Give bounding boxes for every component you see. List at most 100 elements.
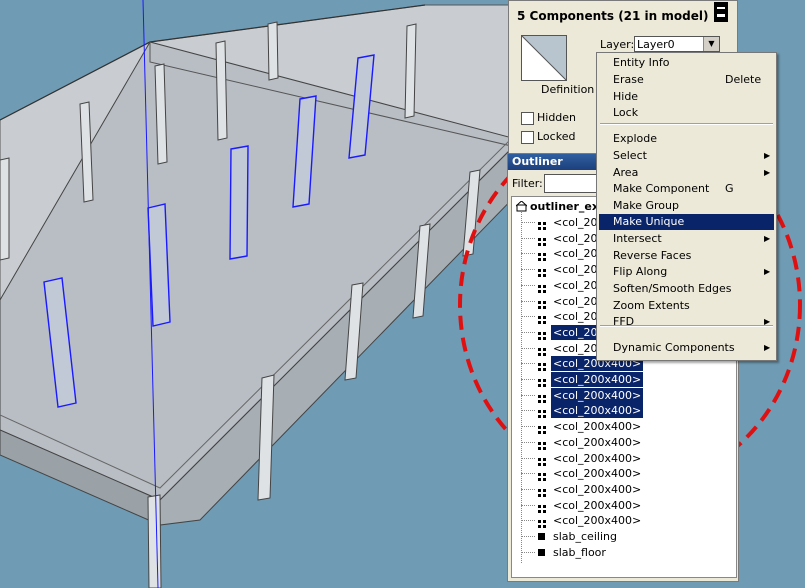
tree-root-label: outliner_ex xyxy=(530,200,599,213)
tree-item-label: <col_200x400> xyxy=(553,514,642,528)
submenu-arrow-icon: ▶ xyxy=(764,317,771,326)
menu-item-area[interactable]: Area ▶ xyxy=(599,165,774,181)
tree-item-label: <col_200x400> xyxy=(551,372,644,387)
tree-line xyxy=(521,284,535,286)
tree-line xyxy=(521,504,535,506)
context-menu: Entity Info Erase Delete Hide Lock Explode Sel… xyxy=(596,52,777,361)
definition-label: Definition xyxy=(541,83,595,96)
menu-item-reverse-faces[interactable]: Reverse Faces xyxy=(599,248,774,264)
component-icon xyxy=(538,219,546,230)
menu-item-ffd[interactable]: FFD ▶ xyxy=(599,314,774,330)
menu-item-entity-info[interactable]: Entity Info xyxy=(599,55,774,71)
tree-line xyxy=(521,379,535,380)
menu-item-label: FFD xyxy=(613,315,635,328)
component-icon xyxy=(538,439,546,450)
tree-line xyxy=(521,222,535,223)
tree-line xyxy=(521,488,535,490)
group-icon xyxy=(538,533,545,540)
tree-line xyxy=(521,363,535,365)
menu-separator xyxy=(600,123,773,125)
component-icon xyxy=(538,376,546,387)
tree-line xyxy=(521,237,535,239)
menu-item-label: Intersect xyxy=(613,232,662,245)
tree-line xyxy=(521,316,535,318)
menu-item-label: Erase xyxy=(613,73,644,86)
menu-item-label: Entity Info xyxy=(613,56,670,69)
menu-item-label: Make Component xyxy=(613,182,710,195)
tree-item-label: <col_200x400> xyxy=(553,467,642,481)
menu-item-zoom-extents[interactable]: Zoom Extents xyxy=(599,298,774,314)
tree-line xyxy=(521,473,535,475)
component-icon xyxy=(538,313,546,325)
tree-item-label: <col_200x400> xyxy=(553,420,642,434)
component-icon xyxy=(538,423,546,435)
menu-item-make-unique[interactable]: Make Unique xyxy=(599,214,774,230)
menu-item-label: Make Unique xyxy=(613,215,685,228)
component-icon xyxy=(538,486,546,497)
component-icon xyxy=(538,266,546,278)
submenu-arrow-icon: ▶ xyxy=(764,151,771,160)
layer-label: Layer: xyxy=(600,38,635,51)
layer-value: Layer0 xyxy=(637,38,675,51)
tree-line xyxy=(521,426,535,428)
tree-item-label: slab_ceiling xyxy=(553,530,617,543)
layer-select[interactable]: Layer0 ▼ xyxy=(634,36,720,52)
component-thumbnail xyxy=(521,35,567,81)
tree-line xyxy=(521,457,535,459)
menu-item-label: Zoom Extents xyxy=(613,299,690,312)
menu-item-label: Explode xyxy=(613,132,657,145)
tree-line xyxy=(521,520,535,522)
submenu-arrow-icon: ▶ xyxy=(764,343,771,352)
tree-item-label: <col_200x400> xyxy=(553,498,642,512)
tree-line xyxy=(521,441,535,443)
tree-item-label: <col_200x400> xyxy=(553,451,642,465)
menu-item-label: Soften/Smooth Edges xyxy=(613,282,732,295)
chevron-down-icon[interactable]: ▼ xyxy=(703,37,719,51)
menu-item-lock[interactable]: Lock xyxy=(599,105,774,121)
tree-line xyxy=(521,551,535,553)
component-icon xyxy=(538,250,546,262)
menu-item-hide[interactable]: Hide xyxy=(599,89,774,105)
component-icon xyxy=(538,235,546,246)
component-icon xyxy=(538,407,546,419)
menu-item-explode[interactable]: Explode xyxy=(599,131,774,147)
tree-item-label: <col_200x400> xyxy=(551,387,644,403)
component-icon xyxy=(538,329,546,340)
locked-label: Locked xyxy=(537,130,576,143)
component-icon xyxy=(538,298,546,309)
component-icon xyxy=(538,282,546,293)
submenu-arrow-icon: ▶ xyxy=(764,234,771,243)
component-icon xyxy=(538,470,546,482)
tree-line xyxy=(521,410,535,412)
collapse-panel-icon[interactable] xyxy=(714,2,728,22)
tree-item-label: <col_200x400> xyxy=(551,403,644,419)
menu-item-make-component[interactable]: Make Component G xyxy=(599,181,774,197)
menu-item-label: Hide xyxy=(613,90,639,103)
menu-item-intersect[interactable]: Intersect ▶ xyxy=(599,231,774,247)
component-icon xyxy=(538,455,546,466)
menu-item-label: Reverse Faces xyxy=(613,249,692,262)
locked-checkbox[interactable] xyxy=(521,131,534,144)
tree-line xyxy=(521,331,535,333)
tree-vertical-line xyxy=(521,211,522,563)
menu-item-make-group[interactable]: Make Group xyxy=(599,198,774,214)
menu-item-soften-smooth-edges[interactable]: Soften/Smooth Edges xyxy=(599,281,774,297)
tree-line xyxy=(521,300,535,302)
menu-item-shortcut: G xyxy=(725,182,734,195)
component-icon xyxy=(538,517,546,529)
tree-line xyxy=(521,253,535,255)
menu-item-label: Dynamic Components xyxy=(613,341,735,354)
menu-item-shortcut: Delete xyxy=(725,73,762,86)
menu-item-label: Make Group xyxy=(613,199,679,212)
component-icon xyxy=(538,345,546,356)
menu-item-label: Flip Along xyxy=(613,265,668,278)
hidden-checkbox[interactable] xyxy=(521,112,534,125)
tree-line xyxy=(521,536,535,537)
tree-line xyxy=(521,269,535,271)
menu-item-erase[interactable]: Erase Delete xyxy=(599,72,774,88)
menu-item-flip-along[interactable]: Flip Along ▶ xyxy=(599,264,774,280)
component-icon xyxy=(538,392,546,403)
menu-item-select[interactable]: Select ▶ xyxy=(599,148,774,164)
component-icon xyxy=(538,360,546,372)
menu-item-dynamic-components[interactable]: Dynamic Components ▶ xyxy=(599,340,774,356)
